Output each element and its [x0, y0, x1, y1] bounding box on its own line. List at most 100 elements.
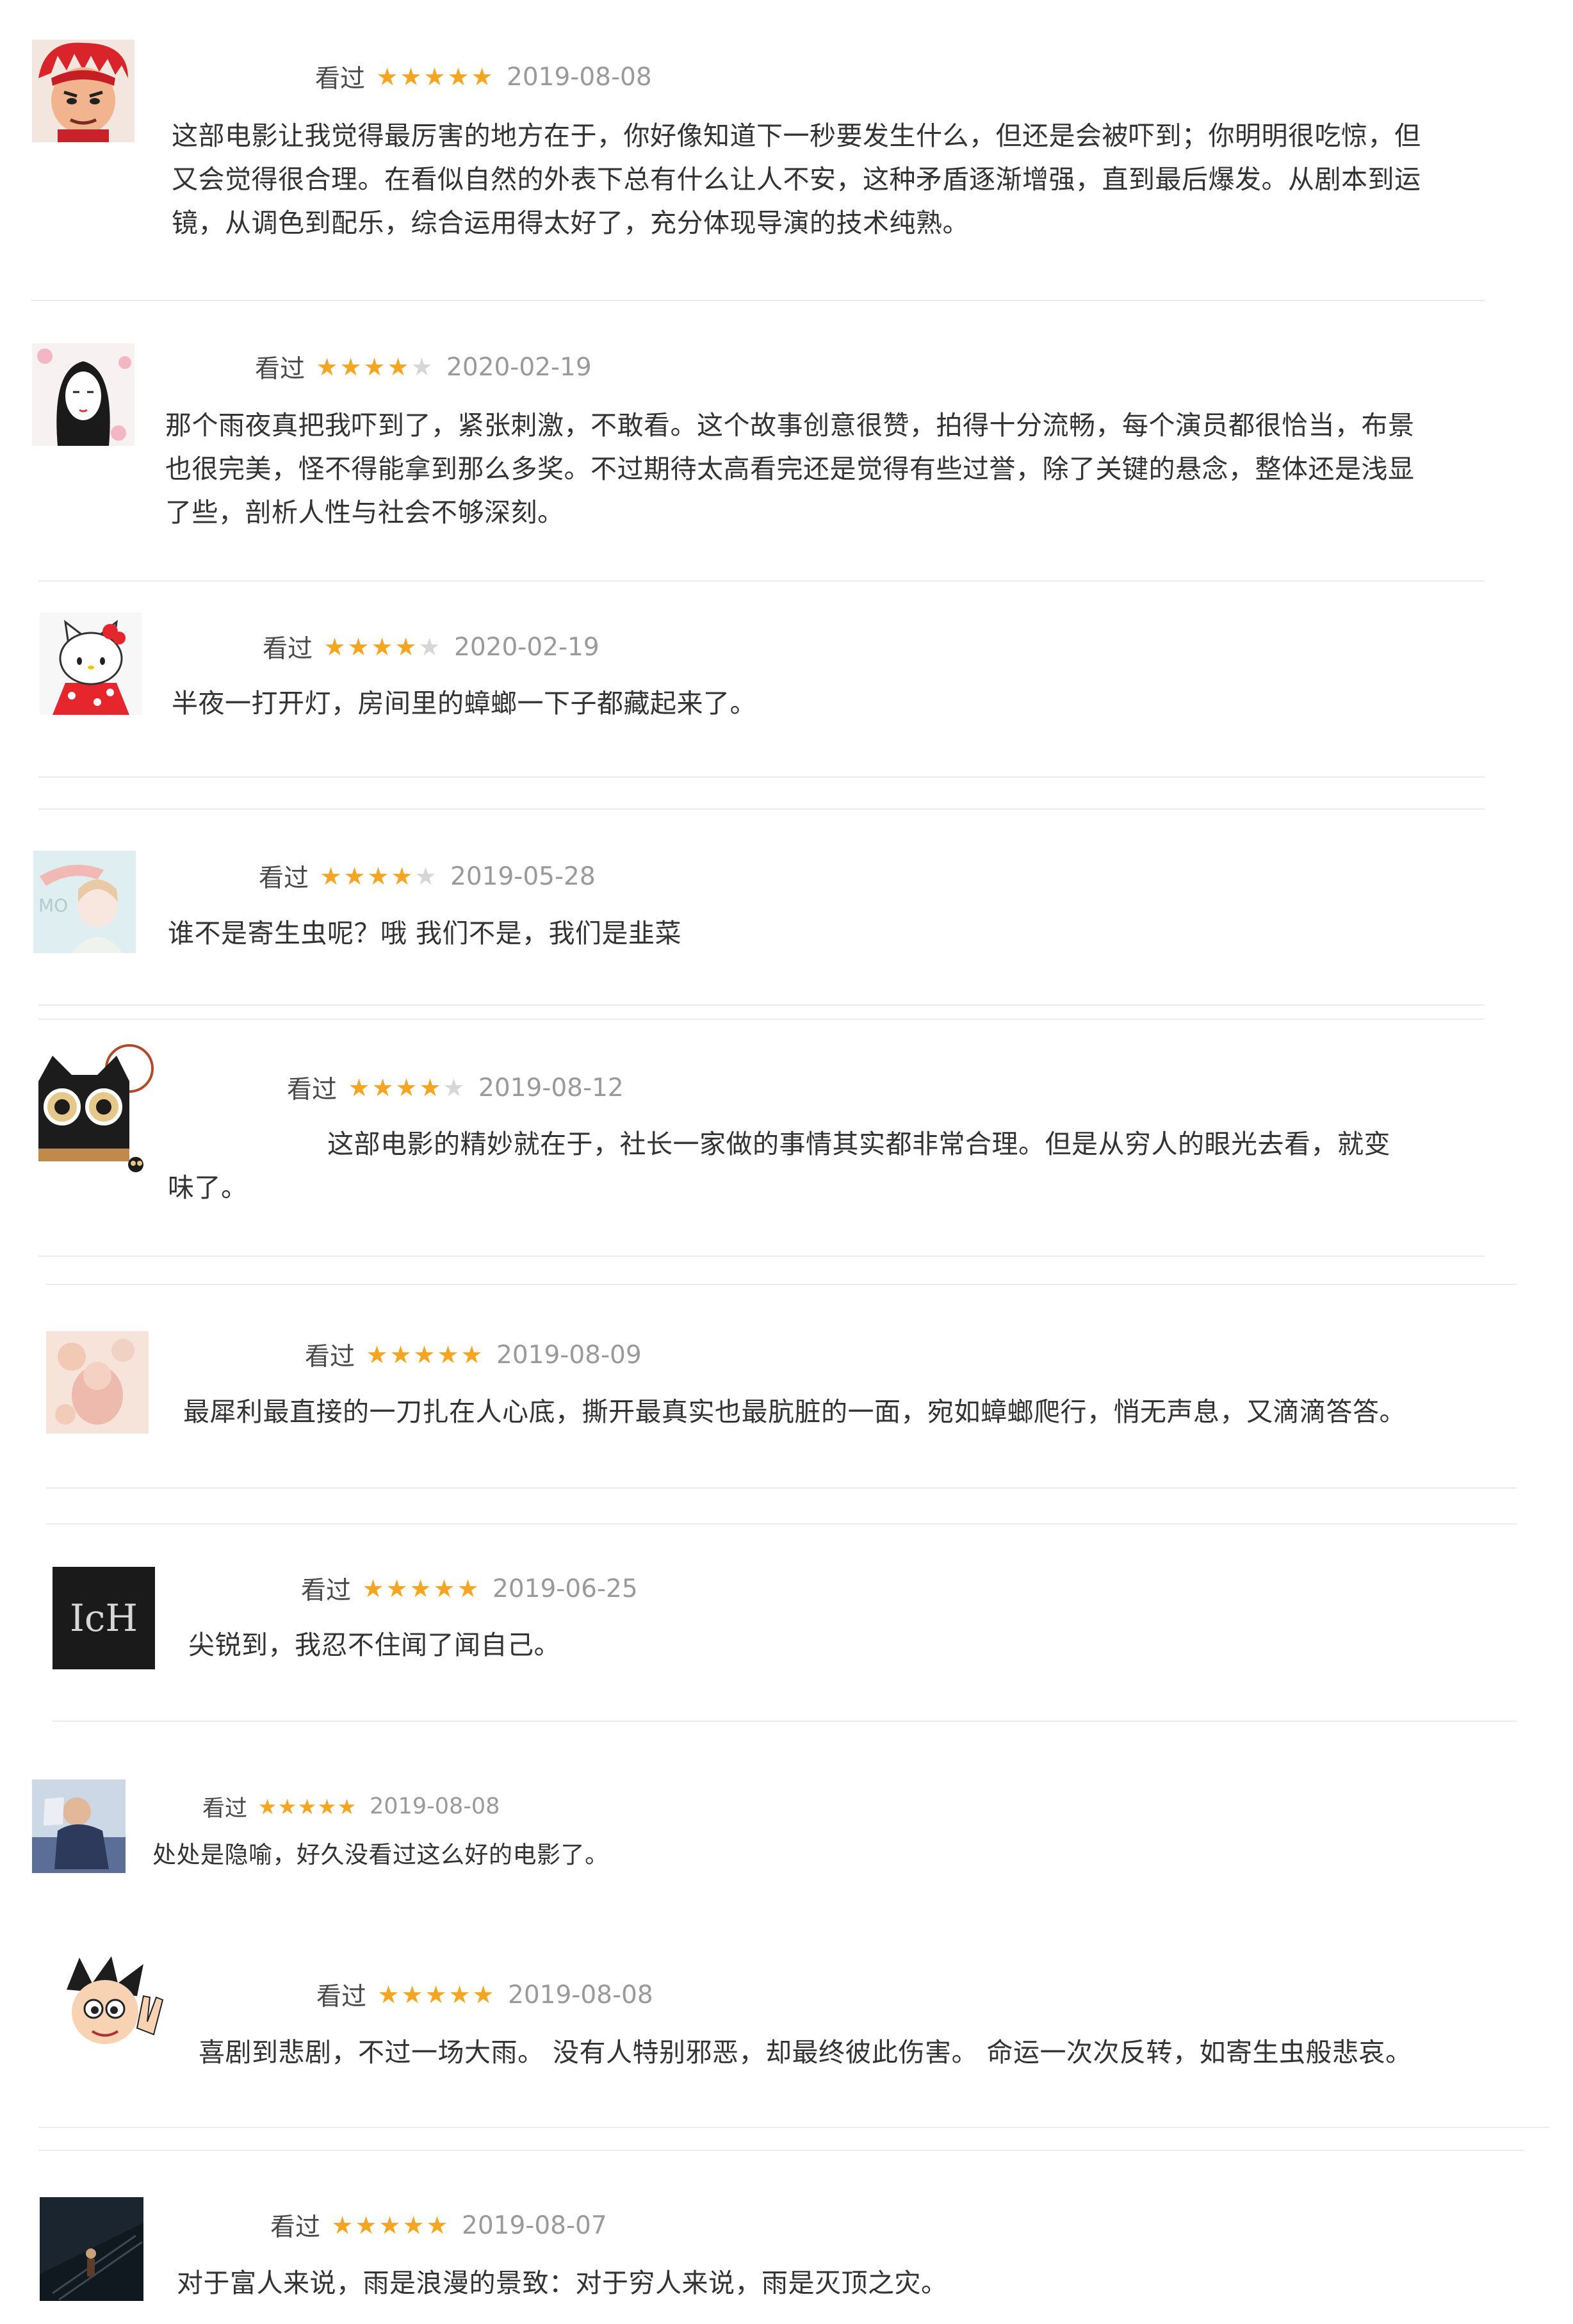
star-filled-icon: ★ — [386, 1575, 408, 1603]
star-filled-icon: ★ — [277, 1794, 297, 1819]
star-filled-icon: ★ — [471, 63, 493, 91]
star-filled-icon: ★ — [297, 1794, 317, 1819]
star-empty-icon: ★ — [443, 1074, 465, 1102]
user-avatar[interactable] — [40, 2197, 143, 2301]
user-avatar[interactable] — [54, 1951, 167, 2064]
user-avatar[interactable] — [40, 612, 142, 715]
review-date: 2019-08-08 — [507, 62, 652, 92]
watched-status: 看过 — [305, 1343, 355, 1371]
star-filled-icon: ★ — [347, 633, 370, 661]
star-filled-icon: ★ — [447, 63, 469, 91]
star-filled-icon: ★ — [401, 1981, 423, 2009]
review-date: 2019-06-25 — [493, 1574, 638, 1603]
review-date: 2020-02-19 — [446, 352, 592, 382]
user-avatar[interactable]: IcH — [53, 1567, 155, 1669]
star-filled-icon: ★ — [423, 63, 446, 91]
watched-status: 看过 — [202, 1796, 248, 1822]
review-text: 喜剧到悲剧，不过一场大雨。 没有人特别邪恶，却最终彼此伤害。 命运一次次反转，如… — [199, 2037, 1412, 2068]
divider — [38, 1004, 1485, 1006]
user-avatar[interactable] — [33, 1043, 159, 1177]
review-meta: 看过 ★ ★ ★ ★ ★ 2020-02-19 — [255, 348, 592, 386]
divider — [38, 776, 1485, 778]
review-date: 2019-08-08 — [508, 1980, 653, 2009]
divider — [38, 808, 1485, 810]
user-avatar[interactable] — [46, 1331, 149, 1434]
review-meta: 看过 ★ ★ ★ ★ ★ 2019-08-07 — [270, 2206, 607, 2245]
user-avatar[interactable] — [32, 1780, 126, 1873]
review-text: 这部电影让我觉得最厉害的地方在于，你好像知道下一秒要发生什么，但还是会被吓到；你… — [172, 120, 1421, 238]
divider — [31, 300, 1485, 301]
star-rating: ★ ★ ★ ★ ★ — [315, 355, 434, 379]
star-filled-icon: ★ — [425, 1981, 447, 2009]
divider — [38, 580, 1485, 582]
star-rating: ★ ★ ★ ★ ★ — [319, 864, 437, 888]
watched-status: 看过 — [259, 864, 309, 893]
star-filled-icon: ★ — [376, 63, 398, 91]
red-hair-anime-boy-avatar — [32, 40, 134, 142]
divider — [46, 1523, 1517, 1525]
star-filled-icon: ★ — [395, 1074, 418, 1102]
star-filled-icon: ★ — [413, 1341, 436, 1369]
review-text: 半夜一打开灯，房间里的蟑螂一下子都藏起来了。 — [172, 688, 756, 719]
astro-boy-peace-avatar — [54, 1951, 167, 2064]
star-rating: ★ ★ ★ ★ ★ — [257, 1796, 357, 1817]
star-filled-icon: ★ — [343, 862, 366, 890]
watched-status: 看过 — [301, 1576, 352, 1605]
star-filled-icon: ★ — [366, 1341, 388, 1369]
user-avatar[interactable] — [32, 343, 134, 446]
star-filled-icon: ★ — [389, 1341, 412, 1369]
review-text: 最犀利最直接的一刀扎在人心底，撕开最真实也最肮脏的一面，宛如蟑螂爬行，悄无声息，… — [183, 1396, 1406, 1427]
star-rating: ★ ★ ★ ★ ★ — [361, 1576, 480, 1601]
review-date: 2019-08-12 — [478, 1073, 624, 1102]
review-text: 那个雨夜真把我吓到了，紧张刺激，不敢看。这个故事创意很赞，拍得十分流畅，每个演员… — [165, 410, 1415, 528]
review-date: 2019-08-07 — [462, 2211, 607, 2240]
star-filled-icon: ★ — [433, 1575, 455, 1603]
star-filled-icon: ★ — [419, 1074, 441, 1102]
star-filled-icon: ★ — [457, 1575, 479, 1603]
review-date: 2019-05-28 — [450, 862, 596, 891]
review-meta: 看过 ★ ★ ★ ★ ★ 2020-02-19 — [263, 628, 599, 666]
star-filled-icon: ★ — [362, 1575, 384, 1603]
dark-stairs-photo-avatar — [40, 2197, 143, 2301]
review-text: 对于富人来说，雨是浪漫的景致：对于穷人来说，雨是灭顶之灾。 — [177, 2268, 948, 2298]
star-filled-icon: ★ — [391, 862, 413, 890]
review-date: 2020-02-19 — [454, 632, 599, 662]
review-date: 2019-08-08 — [370, 1794, 500, 1819]
review-text: 处处是隐喻，好久没看过这么好的电影了。 — [152, 1841, 609, 1869]
star-rating: ★ ★ ★ ★ ★ — [377, 1983, 495, 2007]
black-cat-owl-eyes-avatar — [33, 1043, 159, 1177]
review-meta: 看过 ★ ★ ★ ★ ★ 2019-08-09 — [305, 1336, 642, 1374]
divider — [46, 1487, 1517, 1489]
star-filled-icon: ★ — [402, 2211, 425, 2239]
star-filled-icon: ★ — [316, 353, 338, 381]
pastel-girl-avatar: MO — [33, 851, 136, 953]
star-rating: ★ ★ ★ ★ ★ — [347, 1076, 466, 1100]
star-filled-icon: ★ — [379, 2211, 401, 2239]
star-filled-icon: ★ — [348, 1074, 370, 1102]
chubby-person-photo-avatar — [32, 1780, 126, 1873]
review-date: 2019-08-09 — [496, 1340, 642, 1370]
divider — [38, 2150, 1524, 2151]
divider — [38, 1256, 1485, 1257]
star-filled-icon: ★ — [395, 633, 417, 661]
star-filled-icon: ★ — [371, 633, 393, 661]
long-hair-girl-sketch-avatar — [32, 343, 134, 446]
star-filled-icon: ★ — [257, 1794, 277, 1819]
review-meta: 看过 ★ ★ ★ ★ ★ 2019-08-08 — [316, 1976, 653, 2014]
star-filled-icon: ★ — [363, 353, 386, 381]
divider — [38, 2127, 1550, 2128]
review-text: 谁不是寄生虫呢？哦 我们不是，我们是韭菜 — [168, 918, 682, 949]
star-filled-icon: ★ — [400, 63, 422, 91]
star-filled-icon: ★ — [437, 1341, 459, 1369]
divider — [38, 1019, 1485, 1020]
divider — [53, 1721, 1517, 1722]
review-meta: 看过 ★ ★ ★ ★ ★ 2019-08-08 — [202, 1787, 500, 1826]
review-meta: 看过 ★ ★ ★ ★ ★ 2019-06-25 — [301, 1569, 638, 1608]
star-empty-icon: ★ — [414, 862, 437, 890]
star-rating: ★ ★ ★ ★ ★ — [323, 635, 441, 659]
star-empty-icon: ★ — [411, 353, 433, 381]
star-filled-icon: ★ — [337, 1794, 357, 1819]
user-avatar[interactable] — [32, 40, 134, 142]
user-avatar[interactable]: MO — [33, 851, 136, 953]
star-filled-icon: ★ — [320, 862, 342, 890]
